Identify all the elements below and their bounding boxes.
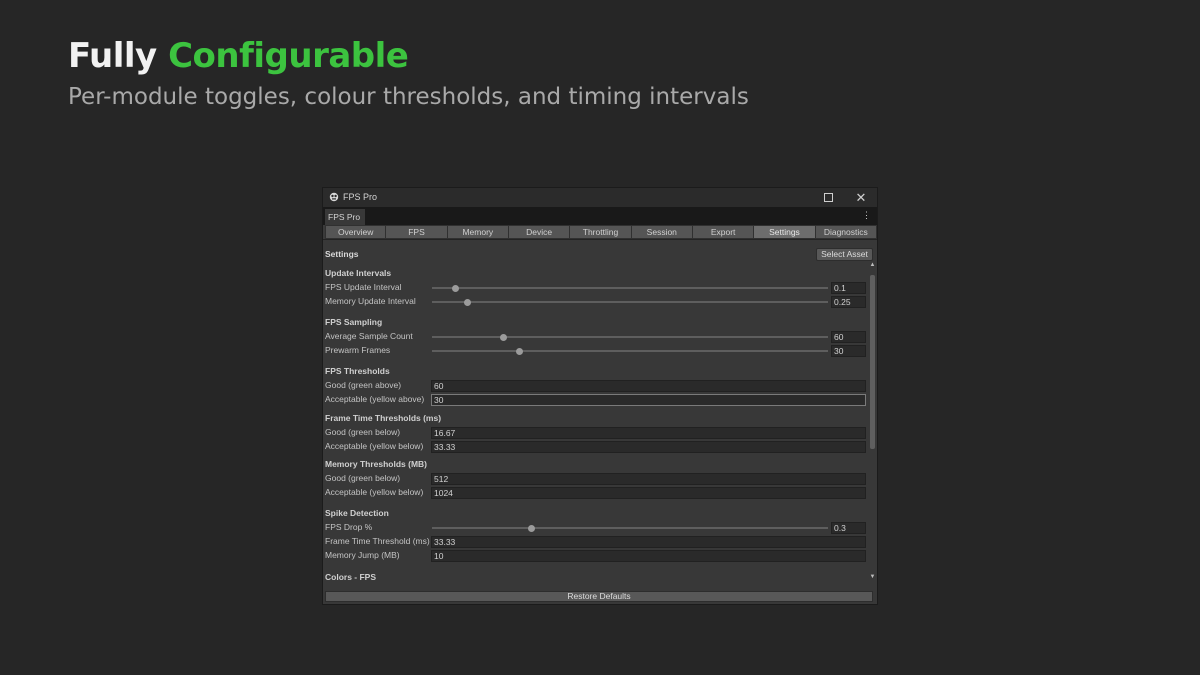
tab-overview[interactable]: Overview [325,225,387,239]
dock-tab-fps-pro[interactable]: FPS Pro [325,209,365,225]
window-title: FPS Pro [343,192,378,202]
close-icon: ✕ [855,190,867,205]
tab-fps[interactable]: FPS [386,225,448,239]
frame-time-good-field[interactable]: 16.67 [431,427,866,439]
hero-title: Fully Configurable [68,36,409,76]
memory-jump-label: Memory Jump (MB) [325,550,400,560]
settings-title: Settings [325,249,359,259]
frame-time-good-label: Good (green below) [325,427,401,437]
fps-update-interval-field[interactable]: 0.1 [831,282,866,294]
tab-session[interactable]: Session [631,225,693,239]
hero-title-accent: Configurable [168,36,409,76]
tab-throttling[interactable]: Throttling [570,225,632,239]
fps-pro-logo-icon [329,192,339,202]
section-colors-fps: Colors - FPS [325,572,377,582]
section-memory-thresholds: Memory Thresholds (MB) [325,459,428,469]
fps-drop-slider-knob[interactable] [527,524,535,532]
restore-defaults-button[interactable]: Restore Defaults [325,591,873,602]
prewarm-frames-field[interactable]: 30 [831,345,866,357]
section-spike-detection: Spike Detection [325,508,389,518]
settings-panel: Settings Select Asset Update Intervals F… [323,241,877,604]
close-button[interactable]: ✕ [853,190,869,205]
module-tabs: Overview FPS Memory Device Throttling Se… [323,225,877,240]
tab-diagnostics[interactable]: Diagnostics [815,225,877,239]
average-sample-count-slider-knob[interactable] [499,333,507,341]
tab-settings[interactable]: Settings [754,225,816,239]
maximize-button[interactable] [820,190,836,205]
fps-drop-field[interactable]: 0.3 [831,522,866,534]
frame-time-threshold-field[interactable]: 33.33 [431,536,866,548]
memory-good-label: Good (green below) [325,473,401,483]
fps-update-interval-slider-knob[interactable] [452,284,460,292]
fps-drop-slider[interactable] [432,524,828,532]
memory-acceptable-label: Acceptable (yellow below) [325,487,424,497]
tab-export[interactable]: Export [692,225,755,239]
fps-pro-window: FPS Pro ✕ FPS Pro ⋮ Overview FPS Memory … [323,188,877,604]
frame-time-threshold-label: Frame Time Threshold (ms) [325,536,430,546]
fps-update-interval-slider[interactable] [432,284,828,292]
prewarm-frames-slider[interactable] [432,347,828,355]
section-fps-thresholds: FPS Thresholds [325,366,390,376]
fps-update-interval-label: FPS Update Interval [325,282,402,292]
tab-memory[interactable]: Memory [447,225,509,239]
scroll-up-arrow-icon[interactable]: ▲ [869,261,876,269]
window-titlebar[interactable]: FPS Pro ✕ [323,188,877,207]
fps-acceptable-label: Acceptable (yellow above) [325,394,425,404]
frame-time-acceptable-field[interactable]: 33.33 [431,441,866,453]
prewarm-frames-label: Prewarm Frames [325,345,391,355]
hero-title-plain: Fully [68,36,157,76]
memory-update-interval-label: Memory Update Interval [325,296,416,306]
frame-time-acceptable-label: Acceptable (yellow below) [325,441,424,451]
section-update-intervals: Update Intervals [325,268,392,278]
vertical-scrollbar[interactable]: ▲ ▼ [869,261,876,581]
scrollbar-thumb[interactable] [870,275,875,449]
scroll-down-arrow-icon[interactable]: ▼ [869,573,876,581]
memory-jump-field[interactable]: 10 [431,550,866,562]
maximize-icon [823,192,833,202]
select-asset-button[interactable]: Select Asset [816,248,873,261]
memory-update-interval-field[interactable]: 0.25 [831,296,866,308]
average-sample-count-slider[interactable] [432,333,828,341]
prewarm-frames-slider-knob[interactable] [515,347,523,355]
section-frame-time-thresholds: Frame Time Thresholds (ms) [325,413,442,423]
dock-tab-bar: FPS Pro ⋮ [323,207,877,225]
average-sample-count-field[interactable]: 60 [831,331,866,343]
memory-acceptable-field[interactable]: 1024 [431,487,866,499]
memory-good-field[interactable]: 512 [431,473,866,485]
hero-subtitle: Per-module toggles, colour thresholds, a… [68,84,749,110]
fps-good-field[interactable]: 60 [431,380,866,392]
fps-acceptable-field[interactable]: 30 [431,394,866,406]
average-sample-count-label: Average Sample Count [325,331,413,341]
kebab-menu-icon[interactable]: ⋮ [862,210,871,221]
tab-device[interactable]: Device [508,225,571,239]
section-fps-sampling: FPS Sampling [325,317,383,327]
memory-update-interval-slider[interactable] [432,298,828,306]
fps-drop-label: FPS Drop % [325,522,373,532]
fps-good-label: Good (green above) [325,380,402,390]
memory-update-interval-slider-knob[interactable] [464,298,472,306]
